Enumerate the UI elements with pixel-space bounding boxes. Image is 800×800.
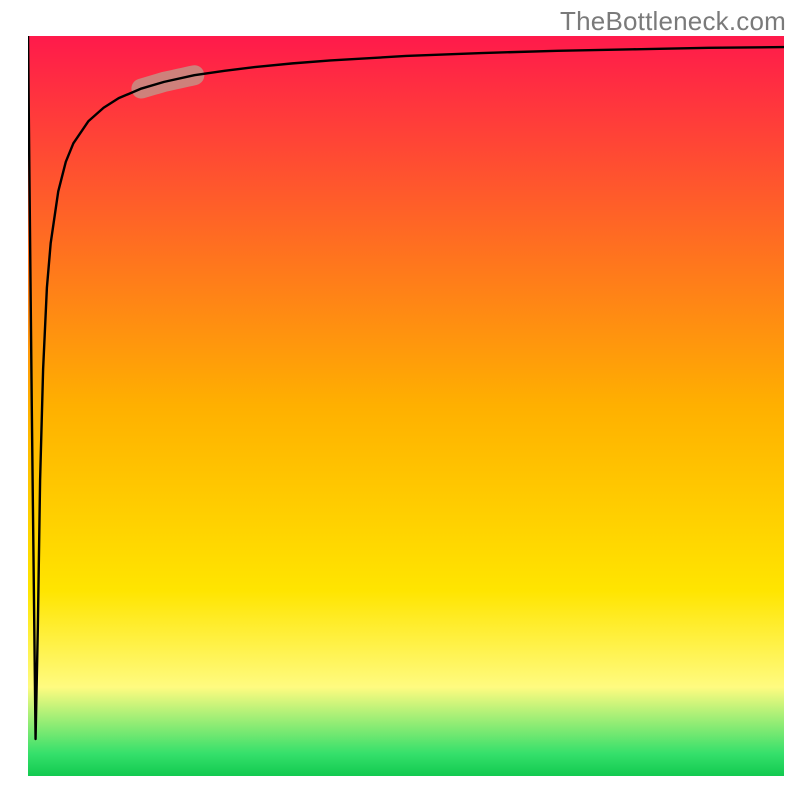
watermark-text: TheBottleneck.com — [560, 6, 786, 37]
plot-area — [28, 36, 784, 776]
chart-svg — [28, 36, 784, 776]
gradient-background — [28, 36, 784, 776]
chart-stage: TheBottleneck.com — [0, 0, 800, 800]
